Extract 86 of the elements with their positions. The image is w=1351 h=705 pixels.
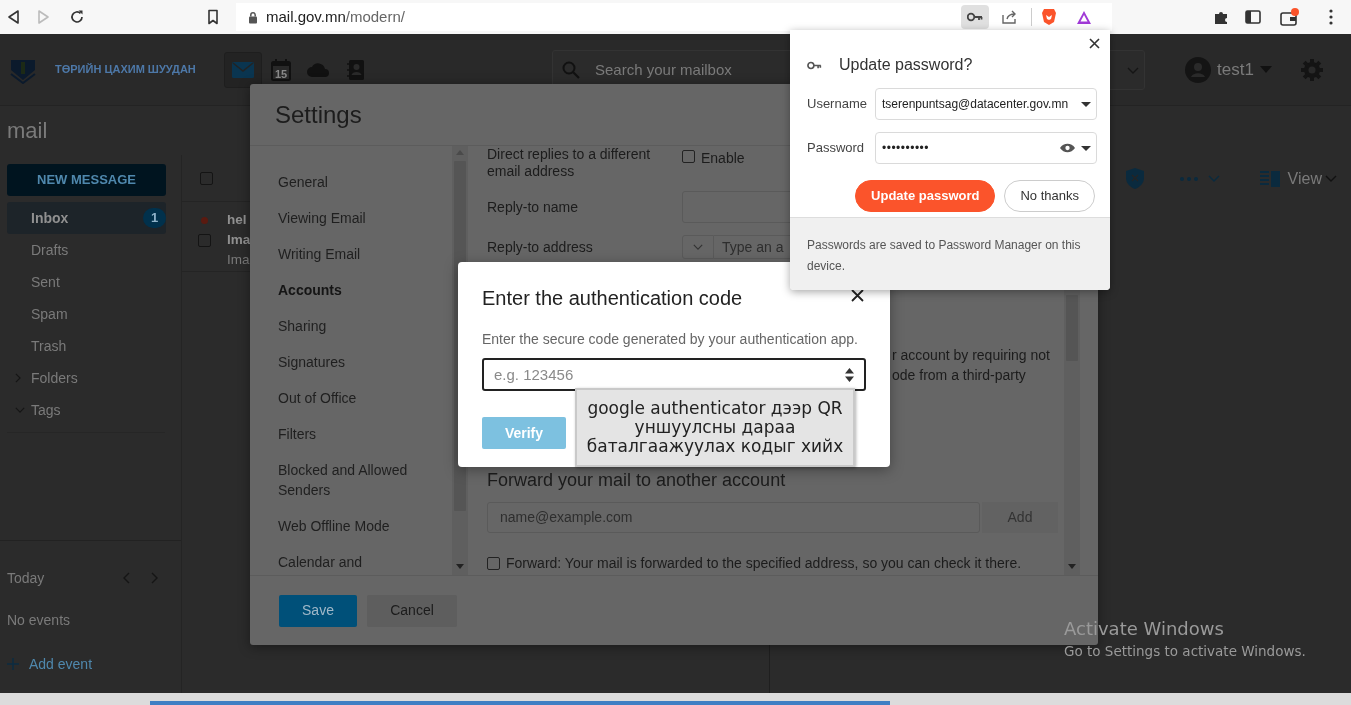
puzzle-icon[interactable]: [1213, 9, 1229, 25]
description-text: r account by requiring not: [892, 346, 1051, 365]
username-field[interactable]: tserenpuntsag@datacenter.gov.mn: [875, 88, 1097, 120]
share-icon[interactable]: [1002, 10, 1018, 24]
settings-nav-item[interactable]: Sharing: [278, 308, 452, 344]
section-heading: Forward your mail to another account: [487, 469, 787, 492]
email-field[interactable]: name@example.com: [487, 502, 980, 533]
caret-icon[interactable]: [1081, 145, 1091, 151]
settings-nav-item[interactable]: Web Offline Mode: [278, 508, 452, 544]
shield-logo-icon[interactable]: [1041, 8, 1057, 26]
settings-nav-item[interactable]: General: [278, 164, 452, 200]
folder-item[interactable]: Inbox 1: [7, 202, 166, 234]
checkbox-label: Forward: Your mail is forwarded to the specified address, so you can check it there.: [506, 553, 1022, 573]
settings-nav-item[interactable]: Filters: [278, 416, 452, 452]
bookmark-icon[interactable]: [207, 9, 219, 25]
checkbox[interactable]: [682, 150, 695, 163]
sidebar-icon[interactable]: [1245, 10, 1261, 24]
scroll-down-icon[interactable]: [456, 564, 464, 569]
search-icon: [562, 60, 580, 79]
spinner-icon[interactable]: [845, 368, 854, 382]
folder-item[interactable]: Sent: [7, 266, 166, 298]
address-type-select[interactable]: [682, 235, 714, 259]
settings-nav-item[interactable]: Out of Office: [278, 380, 452, 416]
user-name[interactable]: test1: [1217, 56, 1254, 83]
chevron-down-icon: [693, 244, 703, 250]
lock-icon: [248, 10, 258, 24]
eye-icon[interactable]: [1060, 143, 1075, 153]
description-text: ode from a third-party: [892, 366, 1027, 385]
mail-tab[interactable]: [224, 51, 262, 88]
settings-nav-item[interactable]: Accounts: [278, 272, 452, 308]
password-field[interactable]: ••••••••••: [875, 132, 1097, 164]
chevron-down-icon[interactable]: [1325, 175, 1337, 182]
password-manager-link[interactable]: Password Manager: [938, 238, 1042, 252]
settings-nav-item[interactable]: Writing Email: [278, 236, 452, 272]
calendar-icon[interactable]: 15: [271, 58, 291, 81]
settings-nav-item[interactable]: Blocked and Allowed Senders: [278, 452, 452, 508]
url-text: mail.gov.mn/modern/: [266, 6, 405, 27]
code-field[interactable]: e.g. 123456: [482, 358, 866, 391]
empty-events-text: No events: [7, 611, 72, 630]
more-dots-icon[interactable]: [1179, 176, 1198, 181]
brand-name: ТӨРИЙН ЦАХИМ ШУУДАН: [55, 62, 197, 78]
folder-item[interactable]: Tags: [7, 394, 166, 426]
tooltip: google authenticator дээр QR уншуулсны дараа баталгаажуулах кодыг хийх: [575, 388, 855, 467]
folder-item[interactable]: Spam: [7, 298, 166, 330]
popup-title: Update password?: [839, 55, 973, 75]
key-button[interactable]: [961, 5, 989, 29]
more-icon[interactable]: [1329, 9, 1333, 25]
preview-text: Ima: [227, 251, 251, 269]
settings-nav-item[interactable]: Signatures: [278, 344, 452, 380]
update-button[interactable]: Update password: [855, 180, 996, 212]
back-icon[interactable]: [6, 9, 20, 25]
folder-item[interactable]: Drafts: [7, 234, 166, 266]
checkbox[interactable]: [487, 556, 500, 570]
dialog-title: Enter the authentication code: [482, 286, 744, 310]
calendar-label: Today: [7, 568, 45, 588]
folder-item[interactable]: Trash: [7, 330, 166, 362]
sender-name: hel: [227, 211, 248, 229]
reload-icon[interactable]: [69, 9, 85, 25]
key-icon: [967, 12, 983, 22]
forward-icon[interactable]: [37, 9, 51, 25]
key-icon: [807, 60, 822, 70]
notice-title: Activate Windows: [1064, 617, 1225, 641]
dialog-description: Enter the secure code generated by your authentication app.: [482, 330, 859, 348]
bottom-scrollbar[interactable]: [0, 693, 1351, 705]
settings-nav-item[interactable]: Viewing Email: [278, 200, 452, 236]
scroll-down-icon[interactable]: [1068, 564, 1076, 569]
field-label: Reply-to name: [487, 197, 580, 217]
save-button[interactable]: Save: [279, 594, 357, 627]
unread-count: 1: [143, 208, 166, 228]
field-label: Reply-to address: [487, 238, 594, 257]
settings-nav-item[interactable]: Calendar and: [278, 544, 452, 575]
view-menu[interactable]: View: [1287, 166, 1322, 191]
close-icon[interactable]: [851, 289, 864, 302]
info-text: Passwords are saved to Password Manager on this device.: [790, 217, 1110, 290]
add-event-link[interactable]: Add event: [29, 653, 93, 675]
mail-icon: [232, 61, 254, 78]
folder-item[interactable]: Folders: [7, 362, 166, 394]
notice-text: Go to Settings to activate Windows.: [1064, 642, 1306, 661]
cancel-button[interactable]: Cancel: [367, 594, 457, 627]
address-bar[interactable]: mail.gov.mn/modern/: [236, 3, 1112, 31]
wallet-icon[interactable]: [1280, 8, 1300, 26]
dismiss-button[interactable]: No thanks: [1004, 180, 1095, 212]
triangle-icon[interactable]: [1076, 9, 1092, 25]
close-icon[interactable]: [1089, 38, 1100, 49]
subject-text: Ima: [227, 231, 251, 249]
new-message-button[interactable]: NEW MESSAGE: [7, 164, 166, 196]
